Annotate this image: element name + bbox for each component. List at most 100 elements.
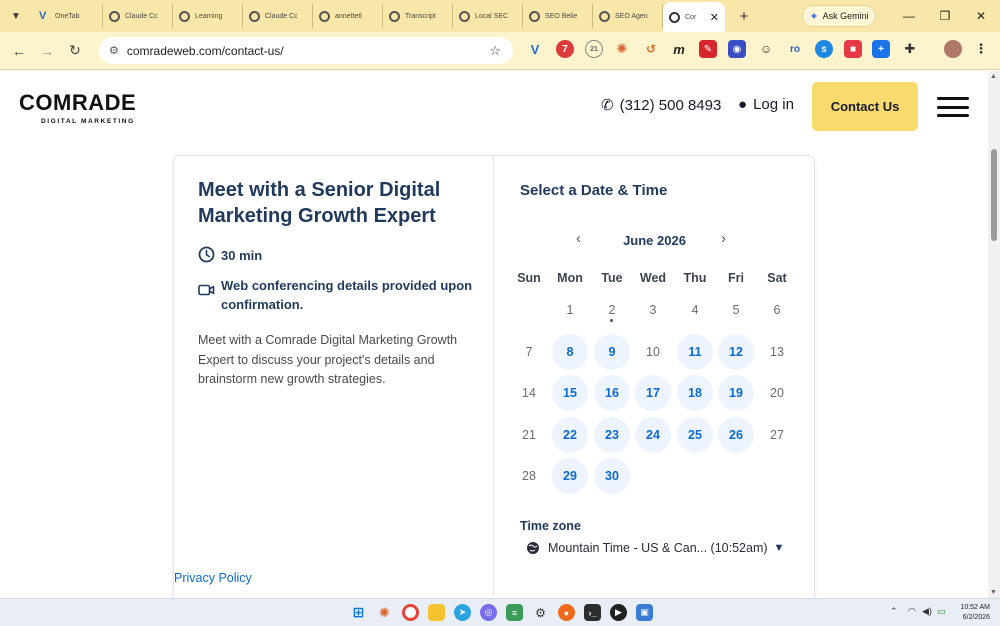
app-window-icon[interactable]: ▣ bbox=[636, 604, 653, 621]
calendar-day-available[interactable]: 8 bbox=[552, 333, 588, 370]
phone-icon: ✆ bbox=[601, 97, 614, 114]
calendar-day-available[interactable]: 26 bbox=[718, 416, 754, 453]
extension-red-square-icon[interactable]: ■ bbox=[844, 40, 862, 58]
extensions-puzzle-icon[interactable]: ✚ bbox=[901, 40, 919, 58]
firefox-icon[interactable]: ● bbox=[558, 604, 575, 621]
extension-orange-icon[interactable]: ↺ bbox=[642, 40, 660, 58]
scrollbar-thumb[interactable] bbox=[991, 149, 997, 241]
calendar-day-available[interactable]: 15 bbox=[552, 375, 588, 411]
browser-tab[interactable]: Transcript bbox=[383, 4, 453, 28]
windows-start-icon[interactable]: ⊞ bbox=[350, 604, 367, 621]
globe-icon bbox=[179, 10, 190, 22]
calendar-day-available[interactable]: 9 bbox=[594, 333, 630, 370]
weekday-header: Fri bbox=[728, 271, 744, 285]
settings-gear-icon[interactable]: ⚙ bbox=[532, 604, 549, 621]
extension-ro-icon[interactable]: ro bbox=[786, 40, 804, 58]
calendar-day-available[interactable]: 25 bbox=[677, 416, 713, 453]
site-info-icon[interactable]: ⚙ bbox=[109, 44, 119, 57]
page-scrollbar[interactable]: ▲ ▼ bbox=[988, 71, 1000, 598]
contact-us-button[interactable]: Contact Us bbox=[812, 82, 918, 131]
timezone-select[interactable]: Mountain Time - US & Can... (10:52am) ▼ bbox=[526, 541, 784, 555]
system-clock[interactable]: 10:52 AM 6/2/2026 bbox=[952, 603, 990, 623]
ask-gemini-button[interactable]: ✦ Ask Gemini bbox=[802, 5, 876, 27]
next-month-chevron-icon[interactable]: › bbox=[721, 230, 726, 247]
extension-s-icon[interactable]: s bbox=[815, 40, 833, 58]
weekday-header: Sat bbox=[767, 271, 787, 285]
extension-claude-icon[interactable]: ✺ bbox=[613, 40, 631, 58]
extension-blue-square-icon[interactable]: ◉ bbox=[728, 40, 746, 58]
extension-plus-icon[interactable]: + bbox=[872, 40, 890, 58]
wifi-icon[interactable]: ◠ bbox=[908, 606, 916, 617]
calendar-day-number: 6 bbox=[773, 303, 781, 317]
calendar-day-number: 26 bbox=[729, 427, 743, 442]
calendar-day-number: 4 bbox=[691, 303, 699, 317]
calendar-day-available[interactable]: 30 bbox=[594, 458, 630, 494]
globe-icon bbox=[529, 10, 540, 22]
tab-active[interactable]: Cor ✕ bbox=[663, 2, 725, 32]
browser-tab[interactable]: Claude Cc bbox=[243, 4, 313, 28]
weekday-header: Thu bbox=[683, 271, 707, 285]
calendar-day-available[interactable]: 24 bbox=[635, 416, 671, 453]
calendar-day-available[interactable]: 29 bbox=[552, 458, 588, 494]
hamburger-menu-icon[interactable] bbox=[937, 97, 969, 117]
calendar-day: 5 bbox=[718, 292, 754, 328]
extension-pdf-icon[interactable]: ✎ bbox=[699, 40, 717, 58]
calendar-day-number: 20 bbox=[770, 386, 784, 400]
address-bar[interactable]: ⚙ comradeweb.com/contact-us/ ☆ bbox=[99, 37, 513, 64]
tray-chevron-icon[interactable]: ⌃ bbox=[890, 606, 898, 617]
scroll-down-arrow-icon[interactable]: ▼ bbox=[990, 589, 997, 596]
browser-tab[interactable]: V OneTab bbox=[33, 4, 103, 28]
restore-window-button[interactable]: ❐ bbox=[927, 0, 963, 32]
privacy-policy-link[interactable]: Privacy Policy bbox=[174, 571, 252, 585]
notes-app-icon[interactable]: ≡ bbox=[506, 604, 523, 621]
close-window-button[interactable]: ✕ bbox=[963, 0, 999, 32]
minimize-window-button[interactable]: — bbox=[891, 0, 927, 32]
calendar-day-available[interactable]: 17 bbox=[635, 375, 671, 411]
volume-icon[interactable]: ◀) bbox=[922, 606, 932, 617]
calendar-day-number: 21 bbox=[522, 427, 536, 442]
calendar-day-available[interactable]: 18 bbox=[677, 375, 713, 411]
browser-menu-icon[interactable]: ⋮ bbox=[972, 40, 990, 58]
telegram-icon[interactable]: ➤ bbox=[454, 604, 471, 621]
scroll-up-arrow-icon[interactable]: ▲ bbox=[990, 73, 997, 80]
phone-link[interactable]: ✆ (312) 500 8493 bbox=[601, 96, 721, 115]
forward-arrow-icon[interactable]: → bbox=[33, 37, 61, 65]
profile-avatar[interactable] bbox=[944, 40, 962, 58]
chrome-app-icon[interactable] bbox=[402, 604, 419, 621]
browser-tab[interactable]: Local SEC bbox=[453, 4, 523, 28]
extension-red-badge-icon[interactable]: 7 bbox=[556, 40, 574, 58]
calendar-day-available[interactable]: 12 bbox=[718, 333, 754, 370]
login-link[interactable]: ● Log in bbox=[738, 96, 794, 113]
calendar-day-available[interactable]: 11 bbox=[677, 333, 713, 370]
new-tab-button[interactable]: + bbox=[731, 8, 757, 25]
calendar-day-number: 28 bbox=[522, 469, 536, 483]
bookmark-star-icon[interactable]: ☆ bbox=[489, 43, 501, 59]
url-text[interactable]: comradeweb.com/contact-us/ bbox=[127, 44, 284, 58]
browser-tab[interactable]: annettetl bbox=[313, 4, 383, 28]
event-description: Meet with a Comrade Digital Marketing Gr… bbox=[198, 333, 458, 386]
copilot-icon[interactable]: ◎ bbox=[480, 604, 497, 621]
battery-icon[interactable]: ▭ bbox=[937, 606, 946, 617]
comrade-logo[interactable]: COMRADE DIGITAL MARKETING bbox=[19, 90, 136, 125]
reload-icon[interactable]: ↻ bbox=[61, 37, 89, 65]
extension-smiley-icon[interactable]: ☺ bbox=[757, 40, 775, 58]
browser-tab[interactable]: SEO Agen bbox=[593, 4, 663, 28]
calendar-day-available[interactable]: 22 bbox=[552, 416, 588, 453]
back-arrow-icon[interactable]: ← bbox=[5, 37, 33, 65]
terminal-icon[interactable]: ›_ bbox=[584, 604, 601, 621]
tab-search-chevron-icon[interactable]: ▼ bbox=[5, 5, 27, 27]
calendar-day-available[interactable]: 23 bbox=[594, 416, 630, 453]
media-player-icon[interactable]: ▶ bbox=[610, 604, 627, 621]
calendar-day-available[interactable]: 19 bbox=[718, 375, 754, 411]
extension-home-icon[interactable]: 21 bbox=[585, 40, 603, 58]
close-tab-icon[interactable]: ✕ bbox=[710, 11, 719, 24]
extension-v-icon[interactable]: V bbox=[526, 40, 544, 58]
browser-tab[interactable]: Claude Cc bbox=[103, 4, 173, 28]
file-explorer-icon[interactable] bbox=[428, 604, 445, 621]
clock-icon bbox=[198, 246, 215, 263]
browser-tab[interactable]: Learning bbox=[173, 4, 243, 28]
extension-m-icon[interactable]: m bbox=[670, 40, 688, 58]
browser-tab[interactable]: SEO Belie bbox=[523, 4, 593, 28]
claude-app-icon[interactable]: ✺ bbox=[376, 604, 393, 621]
calendar-day-available[interactable]: 16 bbox=[594, 375, 630, 411]
